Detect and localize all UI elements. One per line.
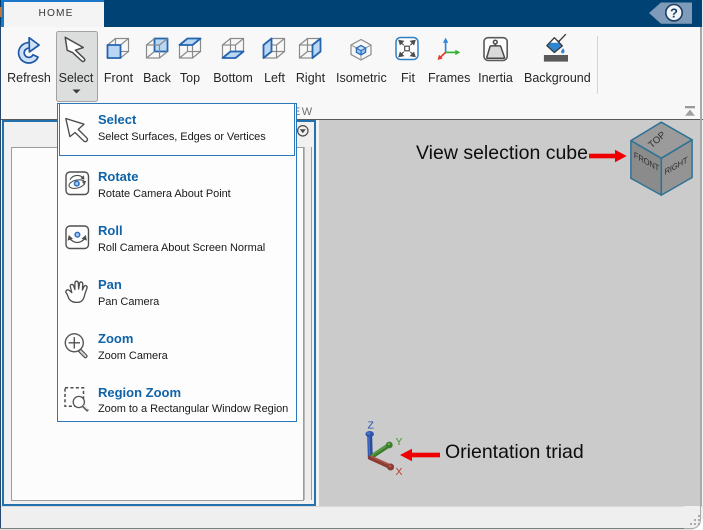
svg-text:?: ?	[670, 5, 678, 20]
svg-text:Y: Y	[396, 436, 403, 448]
svg-text:Z: Z	[368, 420, 375, 432]
svg-text:X: X	[396, 466, 403, 478]
